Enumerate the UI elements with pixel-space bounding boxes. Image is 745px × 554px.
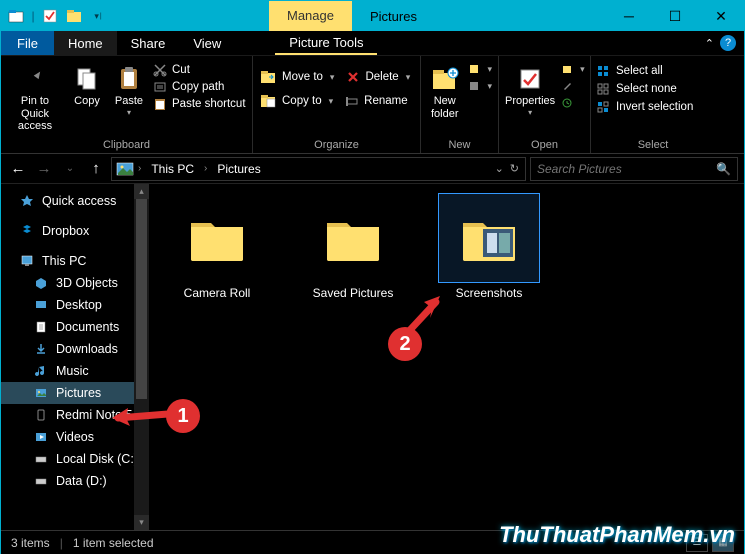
nav-forward-button[interactable]: → — [33, 158, 55, 180]
window-maximize[interactable]: ☐ — [652, 1, 698, 31]
sidebar-item-pictures[interactable]: Pictures — [1, 382, 149, 404]
title-bar: | ▾| Manage Pictures ─ ☐ ✕ — [1, 1, 744, 31]
sidebar-scrollbar[interactable]: ▴ ▾ — [134, 184, 149, 530]
scroll-thumb[interactable] — [136, 199, 147, 399]
edit-button[interactable] — [561, 80, 585, 92]
nav-back-button[interactable]: ← — [7, 158, 29, 180]
group-label-new: New — [427, 137, 492, 153]
scroll-down-icon[interactable]: ▾ — [134, 515, 149, 530]
contextual-tab-manage[interactable]: Manage — [269, 1, 352, 31]
tab-view[interactable]: View — [179, 31, 235, 55]
tab-file[interactable]: File — [1, 31, 54, 55]
new-item-button[interactable]: ▾ — [468, 63, 492, 75]
folder-label: Screenshots — [456, 286, 523, 300]
easy-access-button[interactable]: ▾ — [468, 80, 492, 92]
qat-explorer-icon[interactable] — [5, 5, 27, 27]
folder-label: Saved Pictures — [313, 286, 394, 300]
status-selection-count: 1 item selected — [73, 536, 154, 550]
search-box[interactable]: 🔍 — [530, 157, 738, 181]
group-label-organize: Organize — [259, 137, 414, 153]
content-pane[interactable]: Camera Roll Saved Pictures Screenshots — [149, 184, 744, 530]
paste-shortcut-button[interactable]: Paste shortcut — [153, 97, 246, 111]
folder-camera-roll[interactable]: Camera Roll — [163, 194, 271, 300]
scroll-up-icon[interactable]: ▴ — [134, 184, 149, 199]
status-separator: | — [60, 536, 63, 550]
qat-properties-icon[interactable] — [39, 5, 61, 27]
sidebar-dropbox[interactable]: Dropbox — [1, 220, 149, 242]
open-button[interactable]: ▾ — [561, 63, 585, 75]
paste-button[interactable]: Paste ▾ — [111, 59, 147, 117]
delete-button[interactable]: Delete▾ — [346, 69, 410, 85]
help-icon[interactable]: ? — [720, 35, 736, 51]
qat-newfolder-icon[interactable] — [63, 5, 85, 27]
sidebar-quick-access[interactable]: Quick access — [1, 190, 149, 212]
cut-button[interactable]: Cut — [153, 63, 246, 77]
sidebar-item-downloads[interactable]: Downloads — [1, 338, 149, 360]
window-title: Pictures — [370, 9, 417, 24]
folder-screenshots[interactable]: Screenshots — [435, 194, 543, 300]
address-dropdown-icon[interactable]: ⌄ — [495, 162, 504, 175]
tab-home[interactable]: Home — [54, 31, 117, 55]
ribbon-collapse-icon[interactable]: ⌃ — [705, 37, 714, 50]
breadcrumb-pictures[interactable]: Pictures — [211, 162, 266, 176]
sidebar-item-desktop[interactable]: Desktop — [1, 294, 149, 316]
navigation-pane: Quick access Dropbox This PC 3D Objects … — [1, 184, 149, 530]
sidebar-item-documents[interactable]: Documents — [1, 316, 149, 338]
sidebar-item-music[interactable]: Music — [1, 360, 149, 382]
view-thumbnails-button[interactable]: ▦ — [712, 534, 734, 552]
sidebar-item-videos[interactable]: Videos — [1, 426, 149, 448]
new-folder-button[interactable]: New folder — [427, 59, 462, 120]
sidebar-this-pc[interactable]: This PC — [1, 250, 149, 272]
copy-to-button[interactable]: Copy to▾ — [259, 93, 333, 109]
group-label-select: Select — [597, 137, 709, 153]
window-minimize[interactable]: ─ — [606, 1, 652, 31]
copy-button[interactable]: Copy — [69, 59, 105, 108]
pin-to-quick-access-button[interactable]: Pin to Quick access — [7, 59, 63, 133]
sidebar-item-redmi[interactable]: Redmi Note 5 — [1, 404, 149, 426]
address-bar-row: ← → ⌄ ↑ › This PC › Pictures ⌄ ↻ 🔍 — [1, 154, 744, 184]
window-close[interactable]: ✕ — [698, 1, 744, 31]
view-details-button[interactable]: ☰ — [686, 534, 708, 552]
status-bar: 3 items | 1 item selected ☰ ▦ — [1, 530, 744, 554]
sidebar-item-3d-objects[interactable]: 3D Objects — [1, 272, 149, 294]
rename-button[interactable]: Rename — [345, 93, 407, 109]
qat-customize-dropdown[interactable]: ▾| — [87, 5, 109, 27]
tab-share[interactable]: Share — [117, 31, 180, 55]
history-button[interactable] — [561, 97, 585, 109]
group-label-open: Open — [505, 137, 584, 153]
nav-up-button[interactable]: ↑ — [85, 158, 107, 180]
search-input[interactable] — [537, 162, 716, 176]
select-none-button[interactable]: Select none — [597, 83, 693, 95]
tab-picture-tools[interactable]: Picture Tools — [275, 31, 377, 55]
folder-saved-pictures[interactable]: Saved Pictures — [299, 194, 407, 300]
invert-selection-button[interactable]: Invert selection — [597, 101, 693, 113]
pictures-location-icon — [116, 161, 134, 177]
copy-path-button[interactable]: Copy path — [153, 80, 246, 94]
ribbon-tabs: File Home Share View Picture Tools ⌃ ? — [1, 31, 744, 56]
refresh-icon[interactable]: ↻ — [510, 162, 519, 175]
breadcrumb-this-pc[interactable]: This PC — [145, 162, 200, 176]
status-item-count: 3 items — [11, 536, 50, 550]
search-icon[interactable]: 🔍 — [716, 162, 731, 176]
ribbon: Pin to Quick access Copy Paste ▾ Cut Cop… — [1, 56, 744, 154]
sidebar-item-local-disk-c[interactable]: Local Disk (C:) — [1, 448, 149, 470]
folder-label: Camera Roll — [184, 286, 251, 300]
qat-separator: | — [29, 5, 37, 27]
nav-recent-dropdown[interactable]: ⌄ — [59, 158, 81, 180]
properties-button[interactable]: Properties ▾ — [505, 59, 555, 117]
group-label-clipboard: Clipboard — [7, 137, 246, 153]
move-to-button[interactable]: Move to▾ — [259, 69, 334, 85]
sidebar-item-data-d[interactable]: Data (D:) — [1, 470, 149, 492]
select-all-button[interactable]: Select all — [597, 65, 693, 77]
address-bar[interactable]: › This PC › Pictures ⌄ ↻ — [111, 157, 526, 181]
